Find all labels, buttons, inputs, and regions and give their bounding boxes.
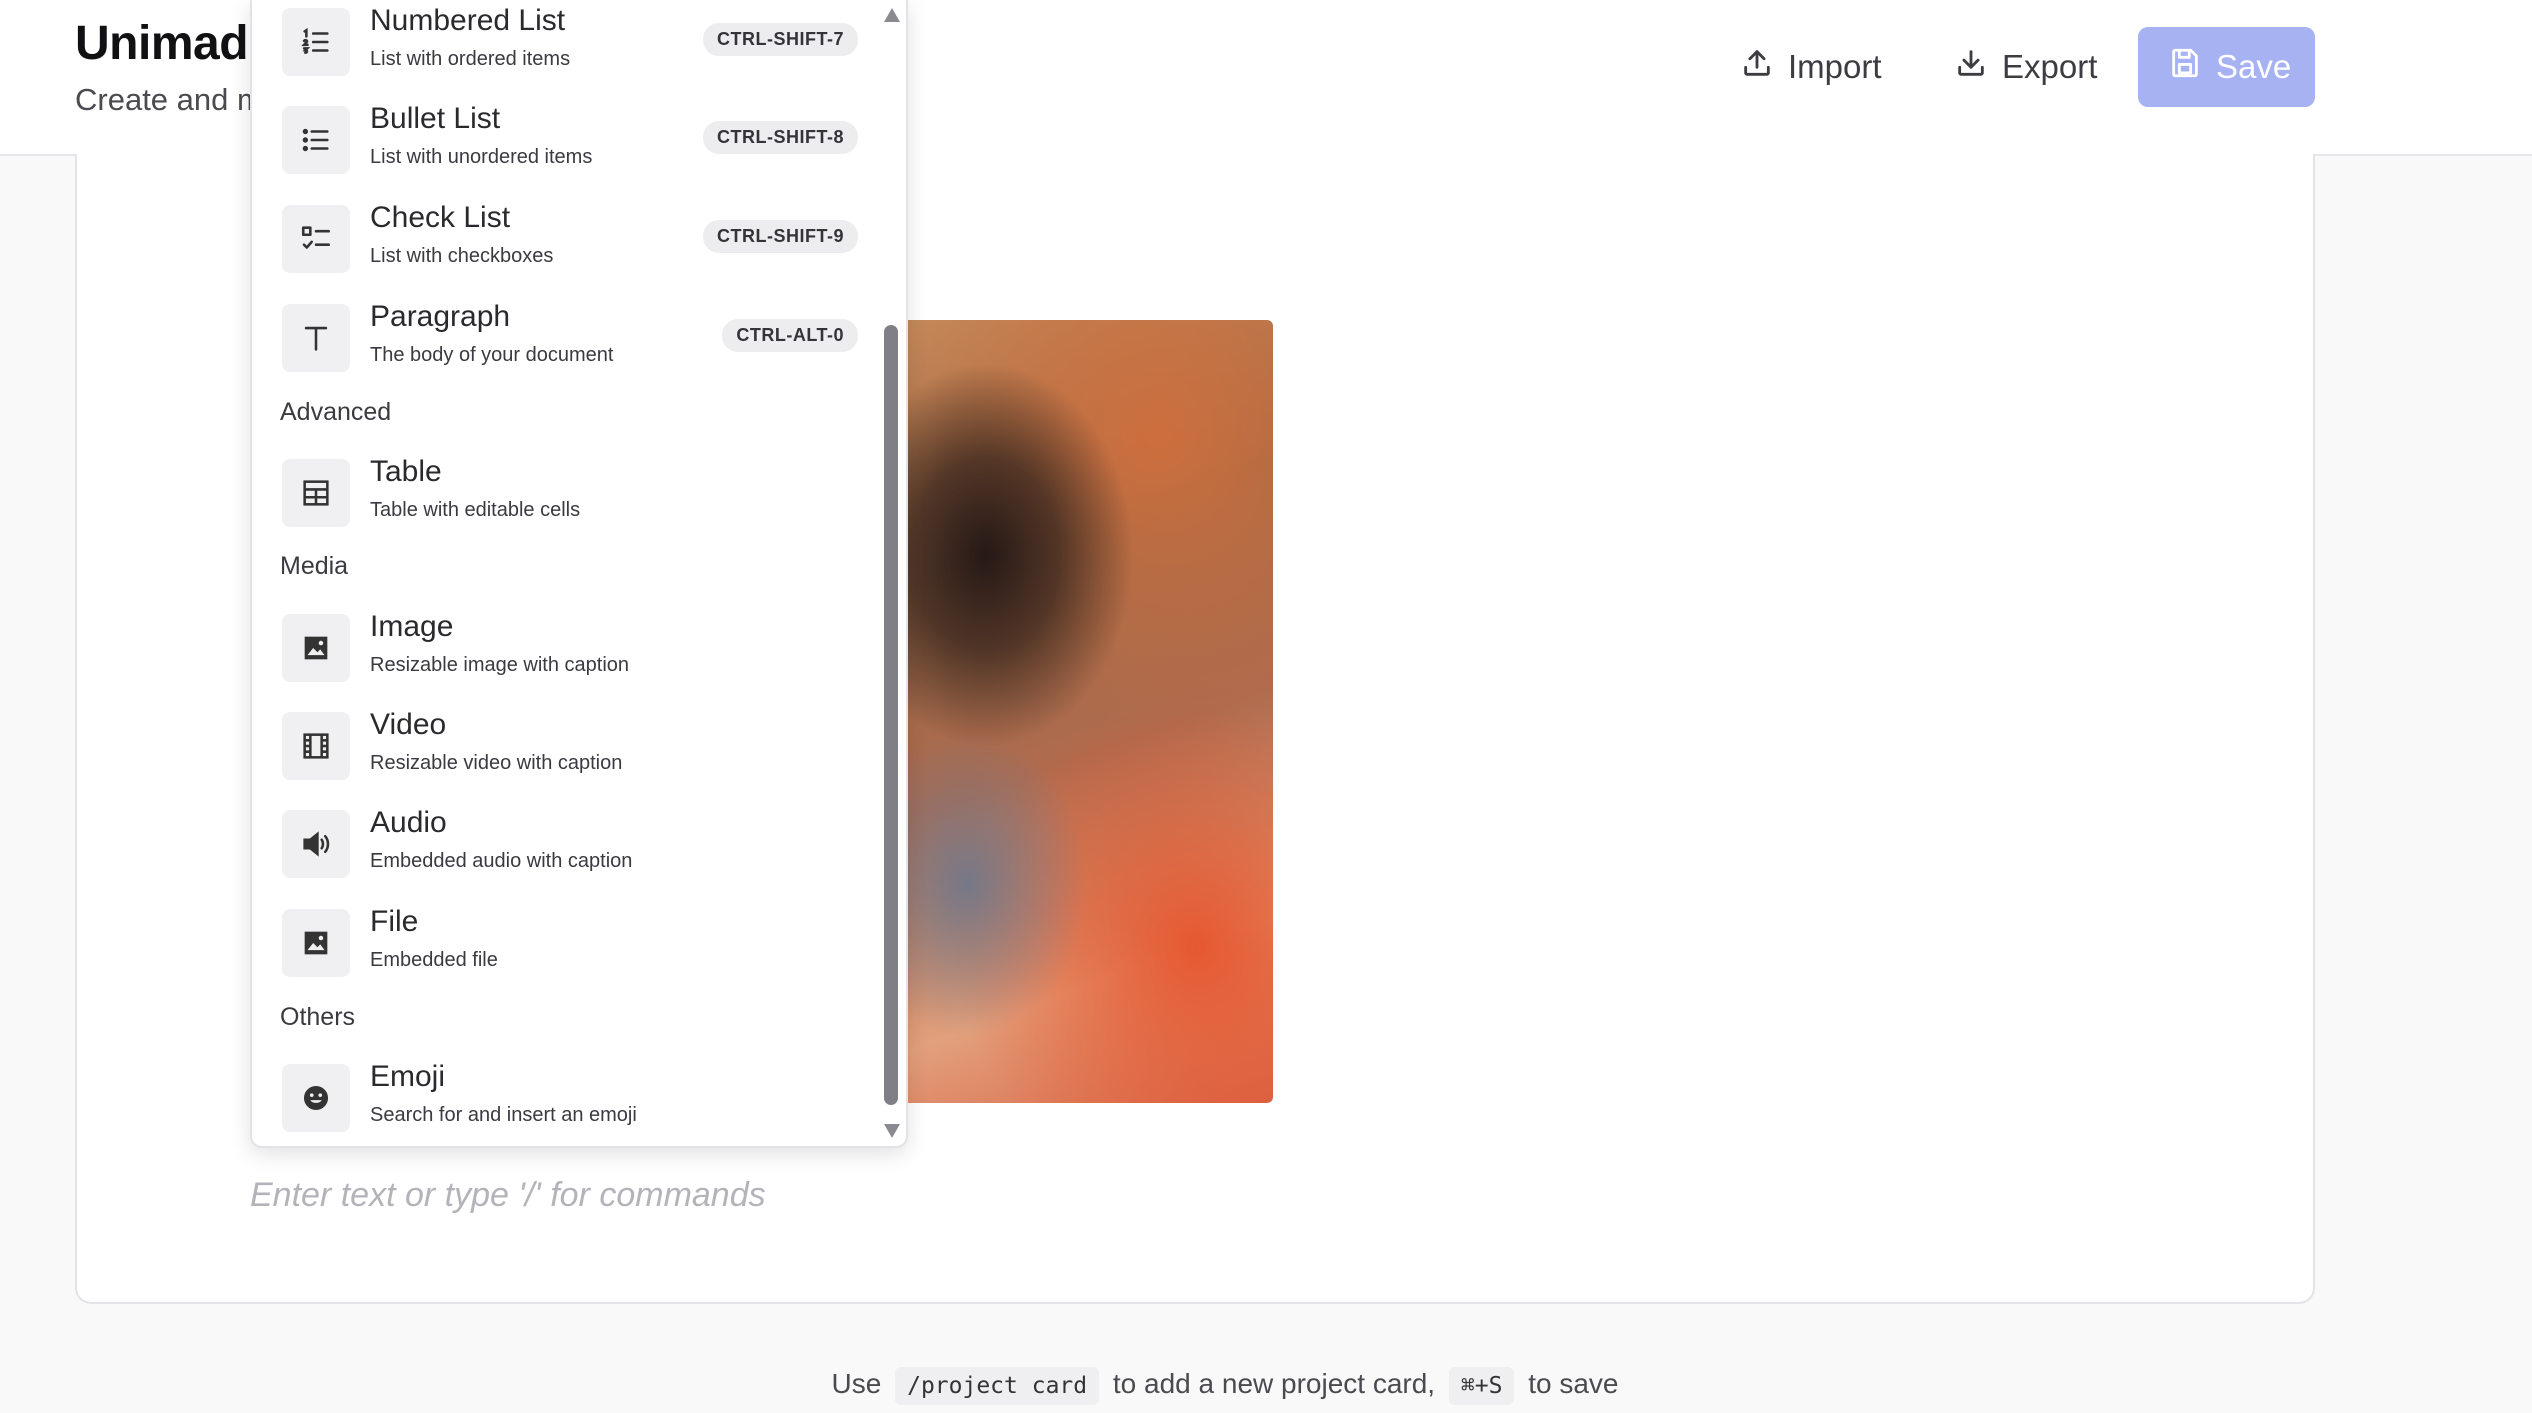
shortcut-code: ⌘+S — [1448, 1367, 1515, 1405]
download-icon — [1954, 46, 1988, 88]
save-label: Save — [2216, 48, 2292, 85]
import-label: Import — [1788, 48, 1882, 85]
app-subtitle: Create and m — [75, 82, 251, 117]
group-label-advanced: Advanced — [280, 398, 392, 426]
export-label: Export — [2002, 48, 2098, 85]
emoji-icon — [282, 1064, 350, 1132]
menu-item-title: Check List — [370, 201, 511, 234]
footer-text-pre: Use — [831, 1368, 882, 1399]
table-icon — [282, 459, 350, 527]
slash-command-menu[interactable]: Numbered List List with ordered items CT… — [250, 0, 908, 1148]
menu-item-file[interactable]: File Embedded file — [278, 905, 858, 995]
group-label-others: Others — [280, 1003, 356, 1031]
image-icon — [282, 909, 350, 977]
group-label-media: Media — [280, 552, 349, 580]
menu-item-desc: Embedded audio with caption — [370, 850, 633, 872]
menu-item-title: File — [370, 905, 419, 938]
numbered-list-icon — [282, 8, 350, 76]
footer-text-post: to save — [1528, 1368, 1619, 1399]
menu-item-desc: List with ordered items — [370, 48, 571, 70]
menu-item-desc: The body of your document — [370, 344, 614, 366]
menu-item-numbered-list[interactable]: Numbered List List with ordered items CT… — [278, 4, 858, 94]
upload-icon — [1740, 46, 1774, 88]
save-button[interactable]: Save — [2138, 27, 2315, 107]
menu-item-title: Paragraph — [370, 300, 511, 333]
menu-item-table[interactable]: Table Table with editable cells — [278, 455, 858, 545]
menu-item-image[interactable]: Image Resizable image with caption — [278, 610, 858, 700]
save-icon — [2168, 46, 2202, 88]
shortcut-badge: CTRL-ALT-0 — [722, 319, 858, 352]
scroll-down-arrow-icon[interactable] — [884, 1124, 900, 1138]
menu-item-desc: List with checkboxes — [370, 245, 554, 267]
menu-item-desc: Resizable video with caption — [370, 752, 623, 774]
menu-item-desc: List with unordered items — [370, 146, 593, 168]
app-title: Unimad — [75, 17, 249, 70]
menu-item-title: Table — [370, 455, 442, 488]
menu-item-desc: Search for and insert an emoji — [370, 1104, 637, 1126]
menu-item-title: Image — [370, 610, 454, 643]
scroll-up-arrow-icon[interactable] — [884, 8, 900, 22]
image-icon — [282, 614, 350, 682]
footer-hint: Use /project card to add a new project c… — [0, 1367, 2450, 1405]
import-button[interactable]: Import — [1732, 27, 1890, 107]
menu-item-desc: Table with editable cells — [370, 499, 581, 521]
menu-item-title: Audio — [370, 806, 447, 839]
shortcut-badge: CTRL-SHIFT-9 — [703, 220, 858, 253]
scrollbar-thumb[interactable] — [884, 325, 898, 1105]
checklist-icon — [282, 205, 350, 273]
menu-item-video[interactable]: Video Resizable video with caption — [278, 708, 858, 798]
menu-item-audio[interactable]: Audio Embedded audio with caption — [278, 806, 858, 896]
document-image[interactable] — [890, 320, 1273, 1103]
menu-item-bullet-list[interactable]: Bullet List List with unordered items CT… — [278, 102, 858, 192]
text-icon — [282, 304, 350, 372]
menu-item-emoji[interactable]: Emoji Search for and insert an emoji — [278, 1060, 858, 1146]
menu-scrollbar[interactable] — [882, 0, 900, 1146]
shortcut-badge: CTRL-SHIFT-8 — [703, 121, 858, 154]
menu-item-check-list[interactable]: Check List List with checkboxes CTRL-SHI… — [278, 201, 858, 291]
shortcut-badge: CTRL-SHIFT-7 — [703, 23, 858, 56]
editor-placeholder[interactable]: Enter text or type '/' for commands — [250, 1176, 766, 1215]
menu-item-desc: Resizable image with caption — [370, 654, 630, 676]
film-icon — [282, 712, 350, 780]
menu-item-title: Video — [370, 708, 447, 741]
menu-item-title: Emoji — [370, 1060, 446, 1093]
speaker-icon — [282, 810, 350, 878]
menu-item-title: Bullet List — [370, 102, 501, 135]
export-button[interactable]: Export — [1946, 27, 2105, 107]
bullet-list-icon — [282, 106, 350, 174]
menu-item-title: Numbered List — [370, 4, 566, 37]
footer-text-mid: to add a new project card, — [1112, 1368, 1436, 1399]
menu-item-desc: Embedded file — [370, 949, 498, 971]
command-code: /project card — [895, 1367, 1100, 1405]
menu-item-paragraph[interactable]: Paragraph The body of your document CTRL… — [278, 300, 858, 390]
